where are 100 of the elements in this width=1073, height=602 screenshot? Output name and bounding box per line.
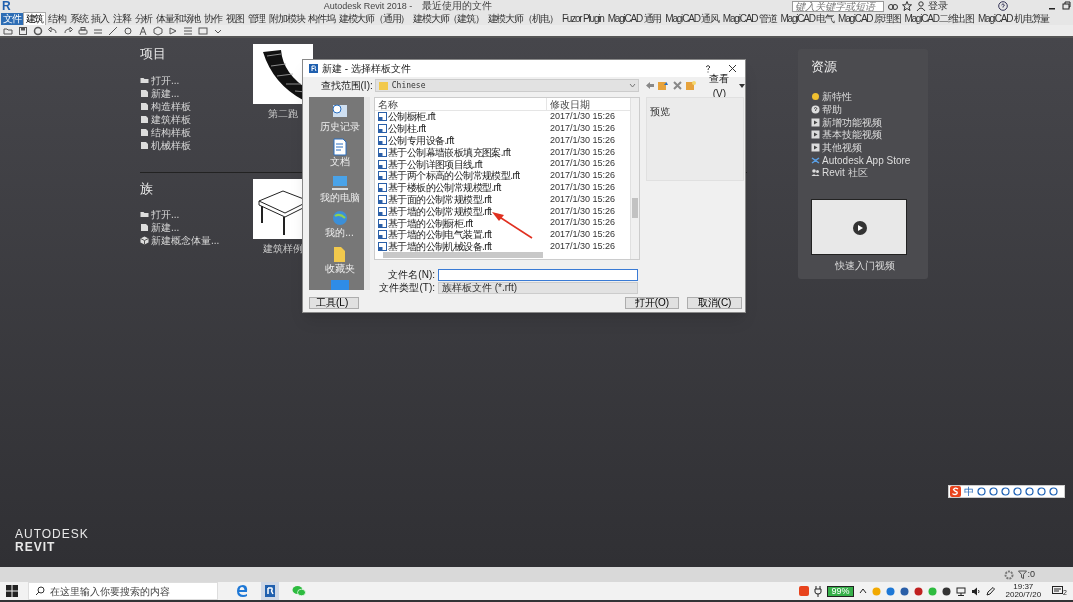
start-link[interactable]: 新建... bbox=[140, 221, 245, 234]
line-icon[interactable] bbox=[108, 25, 118, 36]
taskbar-clock[interactable]: 19:37 2020/7/20 bbox=[1005, 582, 1042, 600]
file-item[interactable]: 基于楼板的公制常规模型.rft bbox=[375, 182, 547, 194]
print-icon[interactable] bbox=[78, 25, 88, 36]
column-header[interactable]: 修改日期 bbox=[547, 98, 590, 110]
network-icon[interactable] bbox=[955, 586, 966, 596]
windows-start-icon[interactable] bbox=[6, 585, 18, 597]
file-item[interactable]: 基于墙的公制机械设备.rft bbox=[375, 241, 547, 253]
start-link[interactable]: 建筑样板 bbox=[140, 112, 245, 126]
ribbon-tab[interactable]: 插入 bbox=[89, 13, 112, 25]
start-link[interactable]: 新建... bbox=[140, 86, 245, 100]
ribbon-tab[interactable]: 附加模块 bbox=[267, 13, 307, 25]
ribbon-tab[interactable]: 建筑 bbox=[22, 12, 47, 25]
revit-app-icon[interactable] bbox=[261, 582, 279, 600]
resource-link[interactable]: Autodesk App Store bbox=[811, 153, 928, 167]
delete-icon[interactable] bbox=[672, 81, 682, 90]
look-in-dropdown[interactable]: Chinese bbox=[374, 79, 639, 92]
places-item[interactable]: 历史记录 bbox=[319, 103, 360, 137]
ribbon-tab[interactable]: MagiCAD 管道 bbox=[720, 13, 779, 25]
sogou-logo-icon[interactable] bbox=[799, 586, 810, 596]
scrollbar[interactable] bbox=[630, 98, 639, 259]
file-item[interactable]: 基于墙的公制常规模型.rft bbox=[375, 205, 547, 217]
file-item[interactable]: 基于两个标高的公制常规模型.rft bbox=[375, 170, 547, 182]
search-field[interactable]: 键入关键字或短语 bbox=[792, 0, 885, 12]
start-link[interactable]: 结构样板 bbox=[140, 125, 245, 139]
places-item[interactable]: 我的... bbox=[325, 209, 354, 243]
start-link[interactable]: 打开... bbox=[140, 73, 245, 87]
start-link[interactable]: 打开... bbox=[140, 208, 245, 221]
tools-button[interactable]: 工具(L) bbox=[309, 297, 359, 309]
restore-icon[interactable] bbox=[1062, 1, 1072, 11]
text-icon[interactable] bbox=[138, 25, 148, 36]
file-type-dropdown[interactable]: 族样板文件 (*.rft) bbox=[438, 282, 638, 294]
plug-icon[interactable] bbox=[814, 585, 823, 597]
ribbon-tab[interactable]: 结构 bbox=[46, 13, 68, 25]
ribbon-tab[interactable]: 协作 bbox=[202, 13, 224, 25]
user-icon[interactable] bbox=[916, 1, 927, 11]
help-icon[interactable] bbox=[998, 1, 1009, 11]
window-icon[interactable] bbox=[198, 25, 208, 36]
chevron-up-icon[interactable] bbox=[858, 587, 867, 595]
file-item[interactable]: 公制柱.rft bbox=[375, 123, 547, 135]
undo-icon[interactable] bbox=[48, 25, 58, 36]
places-item[interactable]: 我的电脑 bbox=[319, 173, 360, 208]
start-link[interactable]: 机械样板 bbox=[140, 138, 245, 152]
places-item[interactable]: 文档 bbox=[329, 138, 350, 172]
pen-icon[interactable] bbox=[985, 586, 995, 596]
ribbon-tab[interactable]: Fuzor Plugin bbox=[559, 13, 606, 25]
ribbon-tab[interactable]: MagiCAD 机电算量 bbox=[975, 13, 1052, 25]
open-button[interactable]: 打开(O) bbox=[625, 297, 679, 309]
file-name-field[interactable] bbox=[438, 269, 638, 281]
ribbon-tab[interactable]: MagiCAD 通用 bbox=[605, 13, 664, 25]
play-icon[interactable] bbox=[853, 221, 867, 236]
scrollbar[interactable] bbox=[364, 97, 370, 290]
resource-link[interactable]: 帮助 bbox=[811, 103, 928, 116]
file-item[interactable]: 基于面的公制常规模型.rft bbox=[375, 193, 547, 205]
sign-in-link[interactable]: 登录 bbox=[928, 0, 949, 12]
file-item[interactable]: 基于公制详图项目线.rft bbox=[375, 158, 547, 170]
speaker-icon[interactable] bbox=[970, 586, 981, 596]
redo-icon[interactable] bbox=[63, 25, 73, 36]
start-link[interactable]: 新建概念体量... bbox=[140, 234, 245, 247]
ribbon-tab[interactable]: 注释 bbox=[111, 13, 133, 25]
ribbon-tab[interactable]: 体量和场地 bbox=[154, 13, 203, 25]
ribbon-tab[interactable]: MagiCAD二维出图 bbox=[902, 13, 976, 25]
file-item[interactable]: 基于公制幕墙嵌板填充图案.rft bbox=[375, 146, 547, 158]
video-thumbnail[interactable] bbox=[811, 199, 907, 256]
file-item[interactable]: 公制橱柜.rft bbox=[375, 111, 547, 123]
taskbar-search-field[interactable]: 在这里输入你要搜索的内容 bbox=[28, 582, 218, 600]
scrollbar-thumb[interactable] bbox=[632, 198, 638, 218]
resource-link[interactable]: Revit 社区 bbox=[811, 166, 928, 180]
resource-link[interactable]: 其他视频 bbox=[811, 141, 928, 154]
resource-link[interactable]: 基本技能视频 bbox=[811, 128, 928, 142]
star-icon[interactable] bbox=[902, 1, 913, 11]
notification-icon[interactable] bbox=[1052, 586, 1064, 596]
places-item[interactable]: 收藏夹 bbox=[324, 244, 355, 279]
ribbon-tab[interactable]: 构件坞 bbox=[306, 13, 337, 25]
binoculars-icon[interactable] bbox=[888, 1, 899, 11]
file-item[interactable]: 公制专用设备.rft bbox=[375, 135, 547, 146]
ribbon-tab[interactable]: 系统 bbox=[67, 13, 90, 25]
cube-icon[interactable] bbox=[153, 25, 163, 36]
ribbon-tab[interactable]: 建模大师（通用） bbox=[336, 13, 412, 25]
ribbon-tab[interactable]: MagiCAD 电气 bbox=[778, 13, 836, 25]
back-icon[interactable] bbox=[644, 81, 655, 90]
save-icon[interactable] bbox=[18, 25, 28, 36]
resource-link[interactable]: 新增功能视频 bbox=[811, 115, 928, 129]
app-logo[interactable]: R bbox=[2, 0, 11, 12]
close-icon[interactable] bbox=[728, 64, 737, 73]
file-item[interactable]: 基于墙的公制橱柜.rft bbox=[375, 217, 547, 229]
scrollbar-thumb[interactable] bbox=[383, 252, 543, 258]
open-folder-icon[interactable] bbox=[3, 25, 13, 36]
browser-icon[interactable] bbox=[236, 585, 248, 597]
resource-link[interactable]: 新特性 bbox=[811, 90, 928, 104]
ribbon-tab[interactable]: 管理 bbox=[245, 13, 268, 25]
ribbon-tab[interactable]: 文件 bbox=[1, 13, 23, 25]
filter-icon[interactable] bbox=[1018, 570, 1028, 579]
ribbon-tab[interactable]: 视图 bbox=[223, 13, 246, 25]
column-header[interactable]: 名称 bbox=[375, 98, 547, 110]
help-icon[interactable] bbox=[704, 64, 712, 73]
ribbon-tab[interactable]: 分析 bbox=[132, 13, 155, 25]
ribbon-tab[interactable]: MagiCAD 通风 bbox=[663, 13, 721, 25]
ribbon-tab[interactable]: MagiCAD 原理图 bbox=[836, 13, 903, 25]
